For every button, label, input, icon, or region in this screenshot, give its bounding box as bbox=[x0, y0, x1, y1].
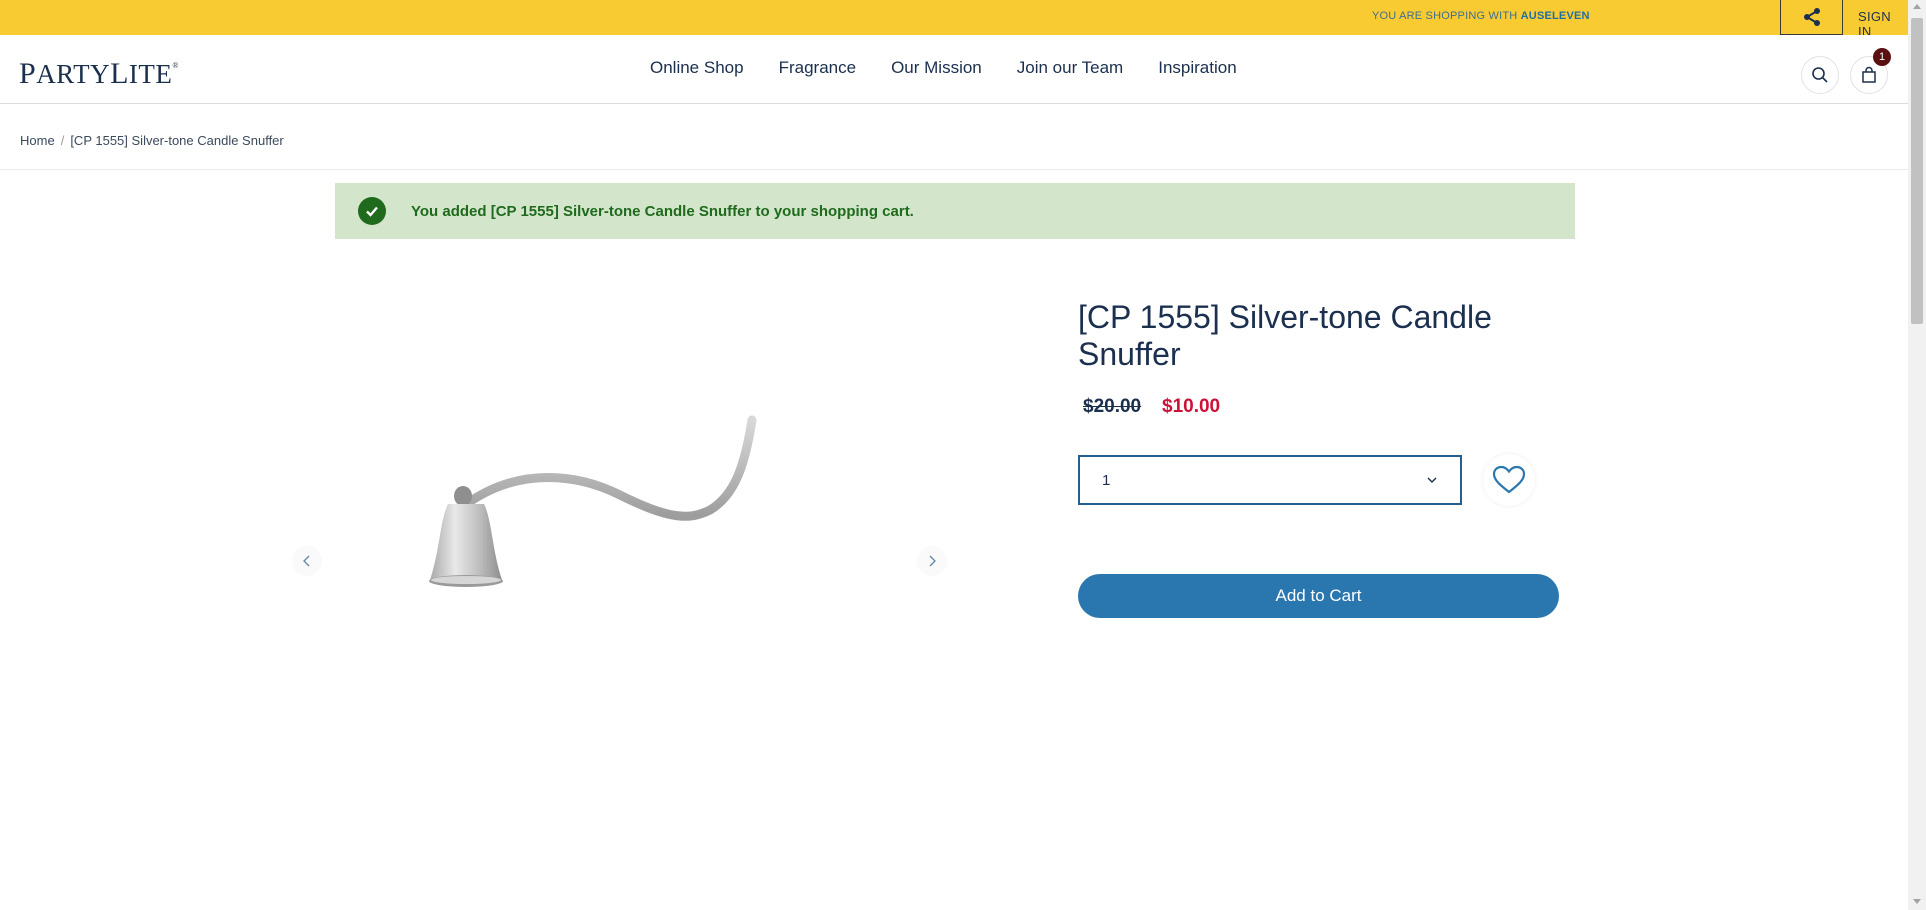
success-message-text: You added [CP 1555] Silver-tone Candle S… bbox=[411, 202, 914, 220]
quantity-value: 1 bbox=[1102, 472, 1111, 489]
original-price: $20.00 bbox=[1083, 396, 1142, 417]
host-name[interactable]: AUSELEVEN bbox=[1521, 10, 1590, 22]
main-nav: Online Shop Fragrance Our Mission Join o… bbox=[650, 58, 1272, 78]
scrollbar[interactable] bbox=[1908, 0, 1926, 910]
search-icon bbox=[1812, 67, 1828, 83]
nav-fragrance[interactable]: Fragrance bbox=[779, 58, 856, 78]
breadcrumb-current: [CP 1555] Silver-tone Candle Snuffer bbox=[70, 133, 284, 148]
share-icon bbox=[1803, 8, 1820, 26]
shopping-prefix: YOU ARE SHOPPING WITH bbox=[1372, 10, 1518, 22]
breadcrumb-home[interactable]: Home bbox=[20, 133, 55, 148]
site-header: PARTYLITE® Online Shop Fragrance Our Mis… bbox=[0, 35, 1908, 104]
nav-join-our-team[interactable]: Join our Team bbox=[1017, 58, 1123, 78]
add-to-cart-button[interactable]: Add to Cart bbox=[1078, 574, 1559, 618]
shopping-with-text: YOU ARE SHOPPING WITH AUSELEVEN bbox=[1372, 10, 1590, 22]
checkmark-icon bbox=[358, 197, 386, 225]
partylite-logo[interactable]: PARTYLITE® bbox=[19, 57, 179, 91]
nav-inspiration[interactable]: Inspiration bbox=[1158, 58, 1236, 78]
scrollbar-thumb[interactable] bbox=[1911, 18, 1923, 324]
chevron-right-icon bbox=[929, 555, 936, 567]
success-message: You added [CP 1555] Silver-tone Candle S… bbox=[335, 183, 1575, 239]
product-title: [CP 1555] Silver-tone Candle Snuffer bbox=[1078, 299, 1492, 372]
search-button[interactable] bbox=[1801, 56, 1839, 94]
scroll-down-arrow[interactable] bbox=[1913, 899, 1921, 904]
nav-our-mission[interactable]: Our Mission bbox=[891, 58, 982, 78]
nav-online-shop[interactable]: Online Shop bbox=[650, 58, 744, 78]
wishlist-button[interactable] bbox=[1483, 454, 1535, 506]
quantity-select[interactable]: 1 bbox=[1078, 455, 1462, 505]
breadcrumb: Home / [CP 1555] Silver-tone Candle Snuffe… bbox=[20, 133, 284, 148]
top-bar: YOU ARE SHOPPING WITH AUSELEVEN SIGN IN bbox=[0, 0, 1908, 39]
heart-icon bbox=[1492, 465, 1526, 494]
scroll-up-arrow[interactable] bbox=[1913, 4, 1921, 9]
product-image bbox=[429, 415, 757, 587]
divider bbox=[0, 169, 1908, 170]
share-button[interactable] bbox=[1780, 0, 1843, 35]
breadcrumb-separator: / bbox=[60, 133, 65, 148]
chevron-down-icon bbox=[1427, 477, 1437, 483]
cart-count-badge: 1 bbox=[1873, 48, 1891, 66]
shopping-bag-icon bbox=[1862, 66, 1876, 83]
gallery-next-button[interactable] bbox=[917, 546, 947, 576]
sale-price: $10.00 bbox=[1162, 396, 1221, 417]
